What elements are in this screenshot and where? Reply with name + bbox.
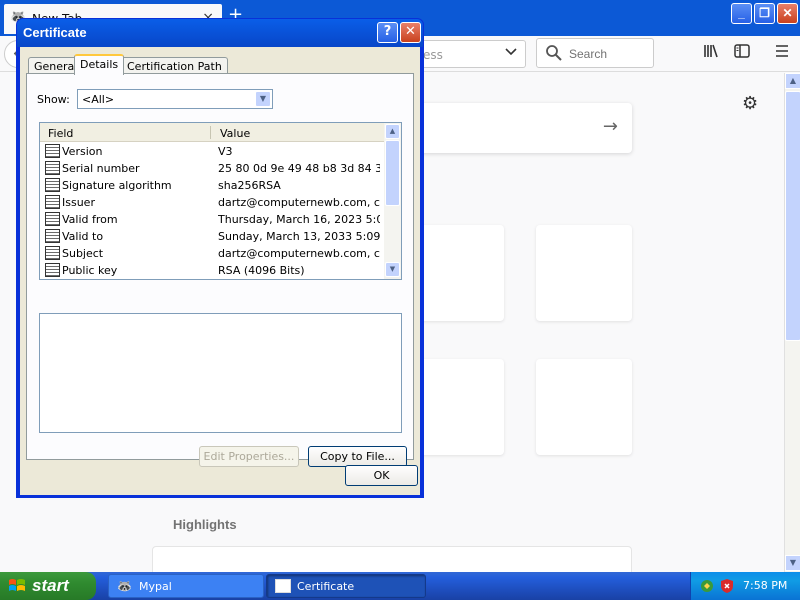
help-button[interactable]: ? bbox=[377, 22, 398, 43]
column-field[interactable]: Field bbox=[48, 127, 73, 140]
certificate-dialog: Certificate ? ✕ General Details Certific… bbox=[16, 18, 424, 498]
list-row-valid-to[interactable]: Valid to Sunday, March 13, 2033 5:09:... bbox=[40, 228, 385, 245]
column-separator[interactable] bbox=[210, 126, 211, 139]
mypal-app-icon: 🦝 bbox=[117, 579, 132, 593]
fields-list[interactable]: Field Value Version V3 Serial number 25 … bbox=[39, 122, 402, 280]
list-rows: Version V3 Serial number 25 80 0d 9e 49 … bbox=[40, 143, 385, 279]
scroll-up-icon[interactable]: ▲ bbox=[785, 73, 800, 89]
taskbar-item-label: Certificate bbox=[297, 580, 355, 593]
row-field: Valid from bbox=[62, 213, 118, 226]
certificate-field-icon bbox=[45, 144, 60, 158]
taskbar-item-label: Mypal bbox=[139, 580, 172, 593]
copy-to-file-button[interactable]: Copy to File... bbox=[308, 446, 407, 467]
gear-icon[interactable]: ⚙ bbox=[742, 93, 758, 114]
start-label: start bbox=[32, 576, 69, 595]
taskbar-item-mypal[interactable]: 🦝 Mypal bbox=[108, 574, 264, 598]
window-controls: _ ❐ ✕ bbox=[731, 3, 798, 24]
certificate-field-icon bbox=[45, 161, 60, 175]
page-scrollbar[interactable]: ▲ ▼ bbox=[784, 73, 800, 572]
dialog-body: General Details Certification Path Show:… bbox=[20, 47, 420, 495]
row-value: Sunday, March 13, 2033 5:09:... bbox=[218, 230, 380, 243]
network-icon[interactable] bbox=[699, 578, 715, 594]
clock: 7:58 PM bbox=[743, 579, 788, 592]
top-site-tile[interactable] bbox=[536, 359, 632, 455]
row-value: V3 bbox=[218, 145, 233, 158]
certificate-window-icon bbox=[275, 579, 291, 593]
certificate-field-icon bbox=[45, 212, 60, 226]
taskbar-item-certificate[interactable]: Certificate bbox=[266, 574, 426, 598]
maximize-button[interactable]: ❐ bbox=[754, 3, 775, 24]
row-value: 25 80 0d 9e 49 48 b8 3d 84 3f... bbox=[218, 162, 380, 175]
newtab-search-box[interactable]: → bbox=[400, 103, 632, 153]
row-field: Signature algorithm bbox=[62, 179, 172, 192]
row-field: Subject bbox=[62, 247, 104, 260]
url-bar[interactable]: ess bbox=[420, 40, 526, 68]
column-value[interactable]: Value bbox=[220, 127, 250, 140]
list-row-version[interactable]: Version V3 bbox=[40, 143, 385, 160]
list-scroll-down-icon[interactable]: ▼ bbox=[385, 262, 400, 277]
details-panel: Show: <All> ▼ Field Value Version V3 Ser… bbox=[26, 73, 414, 467]
row-value: sha256RSA bbox=[218, 179, 281, 192]
scroll-thumb[interactable] bbox=[785, 91, 800, 341]
taskbar: start 🦝 Mypal Certificate 7:58 PM bbox=[0, 572, 800, 600]
list-row-signature-algorithm[interactable]: Signature algorithm sha256RSA bbox=[40, 177, 385, 194]
search-box[interactable]: Search bbox=[536, 38, 654, 68]
show-select[interactable]: <All> ▼ bbox=[77, 89, 273, 109]
list-row-serial-number[interactable]: Serial number 25 80 0d 9e 49 48 b8 3d 84… bbox=[40, 160, 385, 177]
row-field: Public key bbox=[62, 264, 118, 277]
list-header: Field Value bbox=[40, 123, 385, 142]
url-dropdown-icon[interactable] bbox=[505, 46, 517, 59]
edit-properties-button[interactable]: Edit Properties... bbox=[199, 446, 299, 467]
tab-certification-path[interactable]: Certification Path bbox=[121, 57, 228, 74]
certificate-field-icon bbox=[45, 195, 60, 209]
row-value: Thursday, March 16, 2023 5:0... bbox=[218, 213, 380, 226]
close-window-button[interactable]: ✕ bbox=[777, 3, 798, 24]
dialog-title: Certificate bbox=[23, 25, 87, 40]
top-site-tile[interactable] bbox=[536, 225, 632, 321]
search-placeholder: Search bbox=[569, 47, 608, 61]
row-value: dartz@computernewb.com, co... bbox=[218, 247, 380, 260]
dialog-close-button[interactable]: ✕ bbox=[400, 22, 421, 43]
row-field: Valid to bbox=[62, 230, 104, 243]
field-value-box[interactable] bbox=[39, 313, 402, 433]
dialog-titlebar[interactable]: Certificate ? ✕ bbox=[17, 19, 423, 47]
highlights-heading: Highlights bbox=[173, 517, 237, 532]
certificate-field-icon bbox=[45, 246, 60, 260]
windows-flag-icon bbox=[9, 579, 25, 591]
show-label: Show: bbox=[37, 93, 70, 106]
security-shield-icon[interactable] bbox=[719, 578, 735, 594]
start-button[interactable]: start bbox=[0, 572, 96, 600]
list-row-issuer[interactable]: Issuer dartz@computernewb.com, co... bbox=[40, 194, 385, 211]
minimize-button[interactable]: _ bbox=[731, 3, 752, 24]
certificate-field-icon bbox=[45, 229, 60, 243]
library-icon[interactable] bbox=[702, 44, 720, 62]
scroll-down-icon[interactable]: ▼ bbox=[785, 555, 800, 571]
url-placeholder: ess bbox=[423, 48, 443, 62]
list-row-subject[interactable]: Subject dartz@computernewb.com, co... bbox=[40, 245, 385, 262]
row-field: Issuer bbox=[62, 196, 95, 209]
list-scrollbar[interactable]: ▲ ▼ bbox=[384, 123, 401, 279]
sidebar-icon[interactable] bbox=[733, 44, 751, 62]
menu-icon[interactable] bbox=[773, 44, 791, 62]
row-value: dartz@computernewb.com, co... bbox=[218, 196, 380, 209]
show-selected-value: <All> bbox=[82, 93, 115, 106]
system-tray: 7:58 PM bbox=[690, 572, 800, 600]
list-row-public-key[interactable]: Public key RSA (4096 Bits) bbox=[40, 262, 385, 279]
certificate-field-icon bbox=[45, 178, 60, 192]
certificate-field-icon bbox=[45, 263, 60, 277]
list-scroll-up-icon[interactable]: ▲ bbox=[385, 124, 400, 139]
row-field: Version bbox=[62, 145, 103, 158]
search-icon bbox=[546, 45, 562, 61]
tab-details[interactable]: Details bbox=[74, 54, 125, 75]
list-scroll-thumb[interactable] bbox=[385, 140, 400, 206]
list-row-valid-from[interactable]: Valid from Thursday, March 16, 2023 5:0.… bbox=[40, 211, 385, 228]
row-field: Serial number bbox=[62, 162, 140, 175]
ok-button[interactable]: OK bbox=[345, 465, 418, 486]
chevron-down-icon[interactable]: ▼ bbox=[255, 91, 271, 107]
row-value: RSA (4096 Bits) bbox=[218, 264, 305, 277]
search-go-arrow-icon[interactable]: → bbox=[603, 116, 618, 137]
